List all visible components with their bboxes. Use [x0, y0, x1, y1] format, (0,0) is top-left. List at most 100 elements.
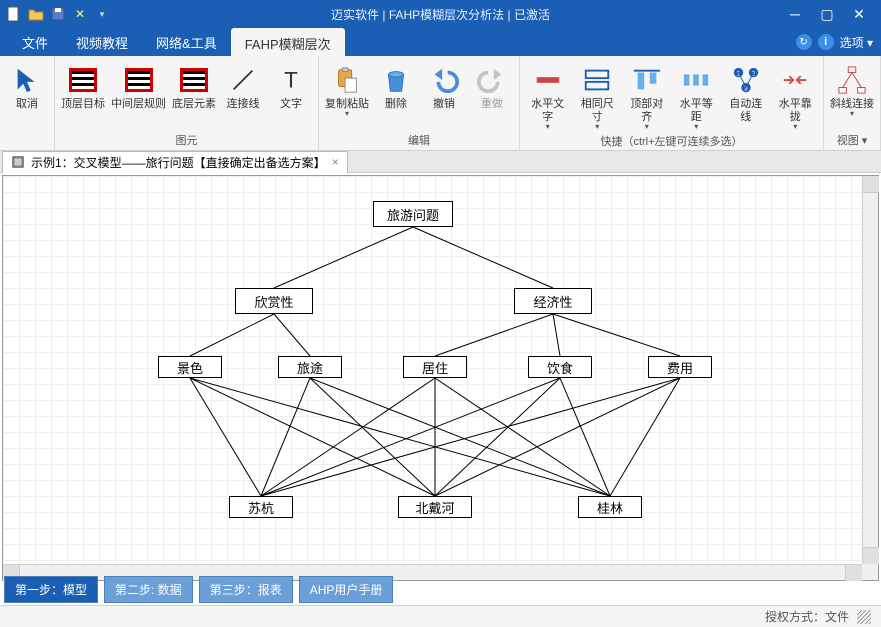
qat-dropdown-icon[interactable]: ▾ [94, 6, 110, 22]
document-tab-bar: 示例1：交叉模型——旅行问题【直接确定出备选方案】 × [0, 151, 881, 173]
menu-network-tools[interactable]: 网络&工具 [142, 29, 231, 56]
ahp-manual-button[interactable]: AHP用户手册 [299, 576, 394, 603]
steps-bar: 第一步：模型 第二步: 数据 第三步：报表 AHP用户手册 [4, 576, 393, 603]
open-file-icon[interactable] [28, 6, 44, 22]
chevron-down-icon: ▾ [694, 122, 698, 131]
chevron-down-icon: ▾ [850, 109, 854, 118]
chevron-down-icon: ▾ [595, 122, 599, 131]
step-1-button[interactable]: 第一步：模型 [4, 576, 98, 603]
mid-rule-button[interactable]: 中间层规则 [109, 60, 168, 130]
window-controls: ─ ▢ ✕ [779, 4, 875, 24]
ribbon-group-view: 斜线连接▾ 视图 ▾ [824, 56, 881, 150]
titlebar: ✕ ▾ 迈实软件 | FAHP模糊层次分析法 | 已激活 ─ ▢ ✕ [0, 0, 881, 28]
same-size-button[interactable]: 相同尺寸▾ [574, 60, 622, 131]
h-gap-icon [680, 64, 712, 96]
same-size-icon [581, 64, 613, 96]
diag-connect-button[interactable]: 斜线连接▾ [828, 60, 876, 130]
bottom-element-icon [178, 64, 210, 96]
document-tab[interactable]: 示例1：交叉模型——旅行问题【直接确定出备选方案】 × [2, 151, 348, 173]
diagram-node-p2[interactable]: 北戴河 [398, 496, 472, 518]
tools-icon[interactable]: ✕ [72, 6, 88, 22]
chevron-down-icon: ▾ [546, 122, 550, 131]
save-icon[interactable] [50, 6, 66, 22]
menubar: 文件 视频教程 网络&工具 FAHP模糊层次 ↻ i 选项 ▾ [0, 28, 881, 56]
window-title: 迈实软件 | FAHP模糊层次分析法 | 已激活 [331, 6, 550, 23]
options-button[interactable]: 选项 ▾ [840, 34, 873, 51]
h-snap-button[interactable]: 水平靠拢▾ [772, 60, 820, 131]
scroll-corner [862, 564, 878, 580]
bottom-element-button[interactable]: 底层元素 [170, 60, 218, 130]
cursor-icon [11, 64, 43, 96]
diagram-node-c2[interactable]: 经济性 [514, 288, 592, 314]
connector-button[interactable]: 连接线 [220, 60, 266, 130]
diagram-node-root[interactable]: 旅游问题 [373, 201, 453, 227]
delete-button[interactable]: 删除 [373, 60, 419, 130]
copy-paste-icon [331, 64, 363, 96]
menu-file[interactable]: 文件 [8, 29, 62, 56]
ribbon-group-edit: 复制粘贴▾ 删除 撤销 重做 编辑 [319, 56, 520, 150]
vertical-scrollbar[interactable] [862, 176, 878, 564]
diag-connect-icon [836, 64, 868, 96]
ribbon: 取消 顶层目标 中间层规则 底层元素 连接线 T文字 图元 复制粘贴▾ 删除 撤… [0, 56, 881, 151]
diagram-node-a1[interactable]: 景色 [158, 356, 222, 378]
diagram-node-a3[interactable]: 居住 [403, 356, 467, 378]
ribbon-group-elements: 顶层目标 中间层规则 底层元素 连接线 T文字 图元 [55, 56, 319, 150]
menu-video-tutorial[interactable]: 视频教程 [62, 29, 142, 56]
help-icon[interactable]: ↻ [796, 34, 812, 50]
info-icon[interactable]: i [818, 34, 834, 50]
copy-paste-button[interactable]: 复制粘贴▾ [323, 60, 371, 130]
diagram-node-a2[interactable]: 旅途 [278, 356, 342, 378]
text-button[interactable]: T文字 [268, 60, 314, 130]
text-icon: T [275, 64, 307, 96]
h-gap-button[interactable]: 水平等距▾ [673, 60, 721, 131]
diagram-node-p1[interactable]: 苏杭 [229, 496, 293, 518]
ribbon-group-edit-label: 编辑 [323, 130, 515, 150]
diagram-node-c1[interactable]: 欣赏性 [235, 288, 313, 314]
chevron-down-icon: ▾ [345, 109, 349, 118]
h-text-icon [532, 64, 564, 96]
diagram-node-a4[interactable]: 饮食 [528, 356, 592, 378]
redo-icon [476, 64, 508, 96]
svg-text:2: 2 [751, 70, 755, 77]
ribbon-group-cancel: 取消 [0, 56, 55, 150]
ribbon-group-quick-label: 快捷（ctrl+左键可连续多选） [524, 131, 819, 151]
document-icon [11, 155, 25, 169]
close-button[interactable]: ✕ [843, 4, 875, 24]
tab-fahp[interactable]: FAHP模糊层次 [231, 28, 345, 59]
chevron-down-icon: ▾ [645, 122, 649, 131]
diagram-node-p3[interactable]: 桂林 [578, 496, 642, 518]
svg-text:T: T [284, 68, 298, 93]
quick-access-toolbar: ✕ ▾ [6, 6, 110, 22]
step-3-button[interactable]: 第三步：报表 [199, 576, 293, 603]
resize-grip[interactable] [857, 610, 871, 624]
diagram-node-a5[interactable]: 费用 [648, 356, 712, 378]
chevron-down-icon: ▾ [793, 122, 797, 131]
ribbon-group-view-label: 视图 ▾ [828, 130, 876, 150]
h-snap-icon [779, 64, 811, 96]
auto-connect-icon: 123 [730, 64, 762, 96]
h-text-button[interactable]: 水平文字▾ [524, 60, 572, 131]
top-align-icon [631, 64, 663, 96]
minimize-button[interactable]: ─ [779, 4, 811, 24]
mid-rule-icon [123, 64, 155, 96]
top-goal-icon [67, 64, 99, 96]
new-file-icon[interactable] [6, 6, 22, 22]
cancel-button[interactable]: 取消 [4, 60, 50, 134]
connector-icon [227, 64, 259, 96]
top-goal-button[interactable]: 顶层目标 [59, 60, 107, 130]
top-align-button[interactable]: 顶部对齐▾ [623, 60, 671, 131]
close-tab-button[interactable]: × [332, 155, 339, 169]
statusbar: 授权方式：文件 [0, 605, 881, 627]
diagram-canvas-wrap: 旅游问题欣赏性 经济性景色 旅途 居住 饮食 费用苏杭 北戴河 桂林 [2, 175, 879, 581]
trash-icon [380, 64, 412, 96]
ribbon-group-quick: 水平文字▾ 相同尺寸▾ 顶部对齐▾ 水平等距▾ 123自动连线 水平靠拢▾ 快捷… [520, 56, 824, 150]
status-text: 授权方式：文件 [765, 608, 849, 625]
step-2-button[interactable]: 第二步: 数据 [104, 576, 193, 603]
auto-connect-button[interactable]: 123自动连线 [722, 60, 770, 131]
document-tab-title: 示例1：交叉模型——旅行问题【直接确定出备选方案】 [31, 154, 326, 171]
maximize-button[interactable]: ▢ [811, 4, 843, 24]
undo-button[interactable]: 撤销 [421, 60, 467, 130]
redo-button[interactable]: 重做 [469, 60, 515, 130]
undo-icon [428, 64, 460, 96]
diagram-canvas[interactable]: 旅游问题欣赏性 经济性景色 旅途 居住 饮食 费用苏杭 北戴河 桂林 [3, 176, 862, 564]
